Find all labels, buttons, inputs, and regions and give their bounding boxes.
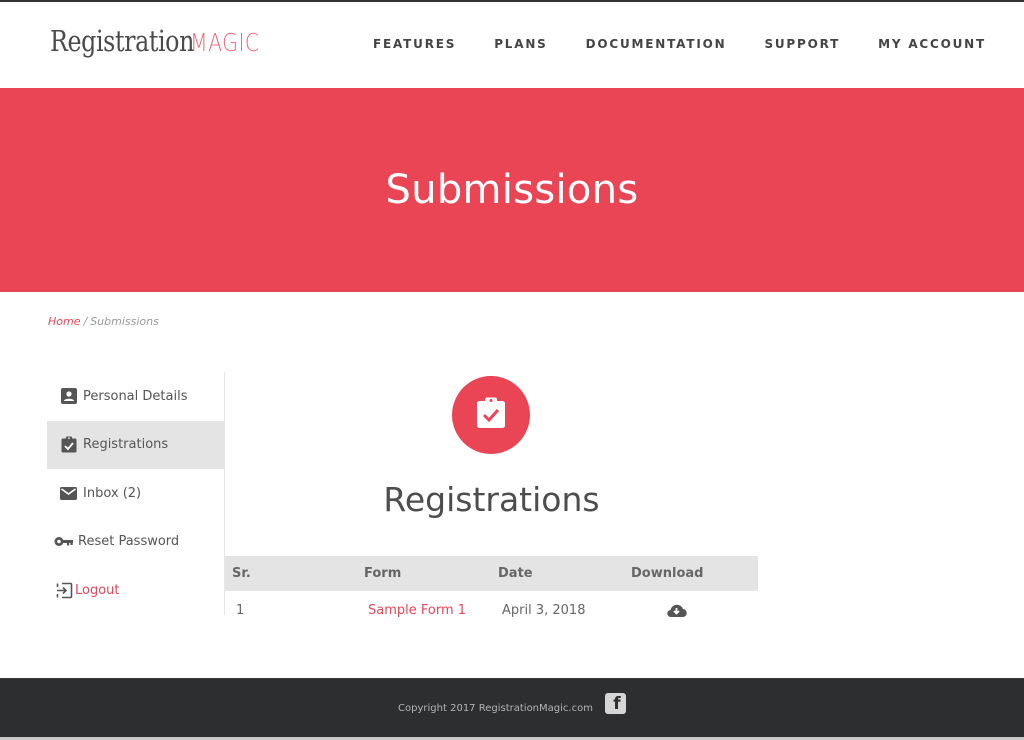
nav-my-account[interactable]: MY ACCOUNT [878,37,986,51]
sidebar-item-label: Registrations [83,437,169,453]
column-header-form: Form [364,566,402,581]
table-row: 1 Sample Form 1 April 3, 2018 [225,591,758,629]
sidebar-item-label: Logout [75,582,120,598]
site-logo[interactable]: Registration MAGIC [50,24,275,64]
row-date: April 3, 2018 [502,602,586,618]
facebook-icon[interactable]: f [604,693,626,714]
nav-support[interactable]: SUPPORT [764,37,840,51]
sidebar-item-registrations[interactable]: Registrations [47,420,224,469]
column-header-sr: Sr. [232,566,251,581]
mail-icon [60,485,77,502]
exit-icon [56,582,73,599]
nav-documentation[interactable]: DOCUMENTATION [586,37,727,51]
column-header-download: Download [631,566,704,581]
sidebar-item-label: Reset Password [78,534,180,550]
clipboard-check-icon [476,397,506,433]
logo-text-accent: MAGIC [189,28,260,57]
registrations-badge [452,376,530,454]
row-form-link[interactable]: Sample Form 1 [368,603,466,618]
table-header: Sr. Form Date Download [225,556,758,591]
cloud-download-icon[interactable] [666,603,687,622]
breadcrumb: Home / Submissions [48,315,159,328]
sidebar-item-label: Personal Details [83,388,188,404]
site-footer: Copyright 2017 RegistrationMagic.com f [0,678,1024,737]
nav-plans[interactable]: PLANS [494,37,547,51]
registrations-table: Sr. Form Date Download 1 Sample Form 1 A… [225,556,758,629]
main-nav: FEATURES PLANS DOCUMENTATION SUPPORT MY … [335,37,986,51]
logo-text-main: Registration [50,24,194,58]
breadcrumb-home[interactable]: Home [48,315,80,328]
column-header-date: Date [498,566,533,581]
sidebar-item-label: Inbox (2) [83,485,142,501]
sidebar-item-personal-details[interactable]: Personal Details [47,372,224,421]
site-header: Registration MAGIC FEATURES PLANS DOCUME… [0,2,1024,88]
sidebar-item-inbox[interactable]: Inbox (2) [47,469,224,518]
breadcrumb-separator: / [83,315,88,328]
page-banner: Submissions [0,88,1024,292]
page-title: Submissions [385,167,639,213]
row-sr: 1 [236,602,245,618]
sidebar-item-logout[interactable]: Logout [47,566,224,615]
account-sidebar: Personal Details Registrations Inbox (2)… [47,372,224,615]
account-box-icon [60,388,77,405]
key-icon [54,533,74,550]
section-title: Registrations [383,480,600,519]
clipboard-check-icon [60,436,77,453]
breadcrumb-current: Submissions [90,315,159,328]
sidebar-item-reset-password[interactable]: Reset Password [47,518,224,567]
nav-features[interactable]: FEATURES [373,37,456,51]
copyright-text: Copyright 2017 RegistrationMagic.com [398,702,593,714]
